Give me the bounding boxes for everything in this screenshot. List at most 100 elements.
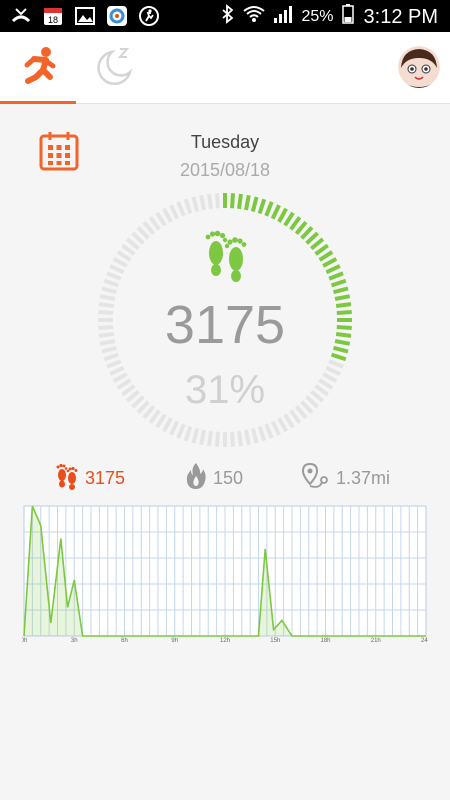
chart-x-tick-label: 15h [270,638,280,644]
status-bar: 18 25% 3:12 PM [0,0,450,32]
ring-tick-empty [183,425,193,442]
day-of-week: Tuesday [190,132,260,152]
ring-tick-empty [142,220,156,235]
ring-tick-empty [257,425,267,442]
ring-tick-empty [191,427,200,444]
notification-icons: 18 [10,5,160,27]
ring-tick-filled [244,194,251,211]
ring-tick-filled [264,201,274,217]
ring-tick-empty [109,264,125,275]
ring-tick-empty [207,193,213,210]
chart-x-tick-label: 0h [22,638,27,644]
ring-tick-filled [330,278,347,288]
ring-tick-empty [106,271,122,281]
wifi-icon [243,5,266,29]
ring-tick-filled [289,216,302,231]
ring-tick-filled [294,220,308,235]
ring-tick-empty [101,286,118,295]
footprints-icon [203,226,249,284]
footprints-small-icon [55,462,79,495]
ring-tick-empty [230,431,235,447]
ring-tick-empty [162,207,173,223]
ring-tick-filled [270,204,281,220]
daily-stats: 3175 150 1.37mi [0,462,450,496]
ring-tick-empty [106,359,122,369]
flame-icon [185,462,207,495]
chart-x-tick-label: 3h [71,638,78,644]
tab-activity[interactable] [0,32,76,104]
stat-calories-value: 150 [213,468,244,488]
moon-icon [92,44,136,93]
route-pin-icon [300,462,330,495]
bluetooth-icon [221,4,235,30]
stat-steps-value: 3175 [85,468,126,488]
ring-tick-empty [136,226,150,240]
ring-tick-empty [155,413,167,429]
app-notification-icon [106,5,128,27]
ring-tick-filled [318,250,334,262]
ring-tick-empty [199,194,206,211]
clock: 3:12 PM [363,5,438,28]
ring-tick-filled [277,207,288,223]
ring-tick-filled [325,264,341,275]
ring-tick-empty [121,243,136,256]
ring-tick-empty [131,231,145,245]
ring-tick-filled [310,237,325,251]
stat-steps: 3175 [55,462,125,495]
stat-distance-value: 1.37mi [336,468,391,488]
calendar-notification-day: 18 [48,15,58,25]
chart-x-tick-label: 12h [220,638,230,644]
ring-tick-empty [176,201,186,217]
ring-tick-empty [250,427,259,444]
stat-calories: 150 [185,462,243,495]
signal-icon [273,5,293,29]
ring-tick-filled [314,243,329,256]
ring-tick-filled [322,257,338,268]
ring-tick-empty [277,417,288,433]
chart-x-tick-label: 24h [421,638,428,644]
ring-tick-empty [207,430,213,447]
ring-tick-filled [300,226,314,240]
ring-tick-empty [112,257,128,268]
system-status: 25% 3:12 PM [221,4,438,30]
chart-x-tick-label: 21h [371,638,381,644]
ring-tick-empty [155,211,167,227]
ring-tick-empty [183,198,193,215]
tab-sleep[interactable] [76,32,152,104]
chart-x-tick-label: 6h [121,638,128,644]
ring-tick-filled [305,231,319,245]
app-header [0,32,450,104]
avatar[interactable] [398,46,440,88]
ring-tick-empty [328,359,344,369]
ring-tick-filled [283,211,295,227]
activity-notification-icon [138,5,160,27]
battery-icon [341,4,354,30]
goal-percent: 31% [184,368,266,412]
stat-distance: 1.37mi [300,462,390,495]
ring-tick-filled [250,196,259,213]
missed-call-icon [10,5,32,27]
hourly-steps-chart: 0h 3h 6h 9h 12h 15h 18h 21h 24h [22,504,428,644]
ring-tick-filled [332,286,349,295]
ring-tick-empty [215,431,220,447]
chart-x-tick-label: 18h [320,638,330,644]
calendar-notification-icon: 18 [42,5,64,27]
selected-date: 2015/08/18 [179,160,271,180]
ring-tick-empty [283,413,295,429]
ring-tick-empty [169,204,180,220]
hourly-steps-chart-svg: 0h 3h 6h 9h 12h 15h 18h 21h 24h [22,505,428,644]
ring-tick-empty [162,417,173,433]
ring-tick-empty [244,429,251,446]
ring-tick-filled [257,198,267,215]
battery-percent: 25% [301,8,334,25]
ring-tick-filled [237,193,243,210]
ring-tick-filled [230,193,235,209]
ring-tick-empty [176,423,186,439]
ring-tick-empty [125,237,140,251]
ring-tick-empty [237,430,243,447]
ring-tick-empty [264,423,274,439]
ring-tick-empty [148,216,161,231]
ring-tick-empty [199,429,206,446]
ring-tick-empty [191,196,200,213]
ring-tick-empty [103,278,120,288]
